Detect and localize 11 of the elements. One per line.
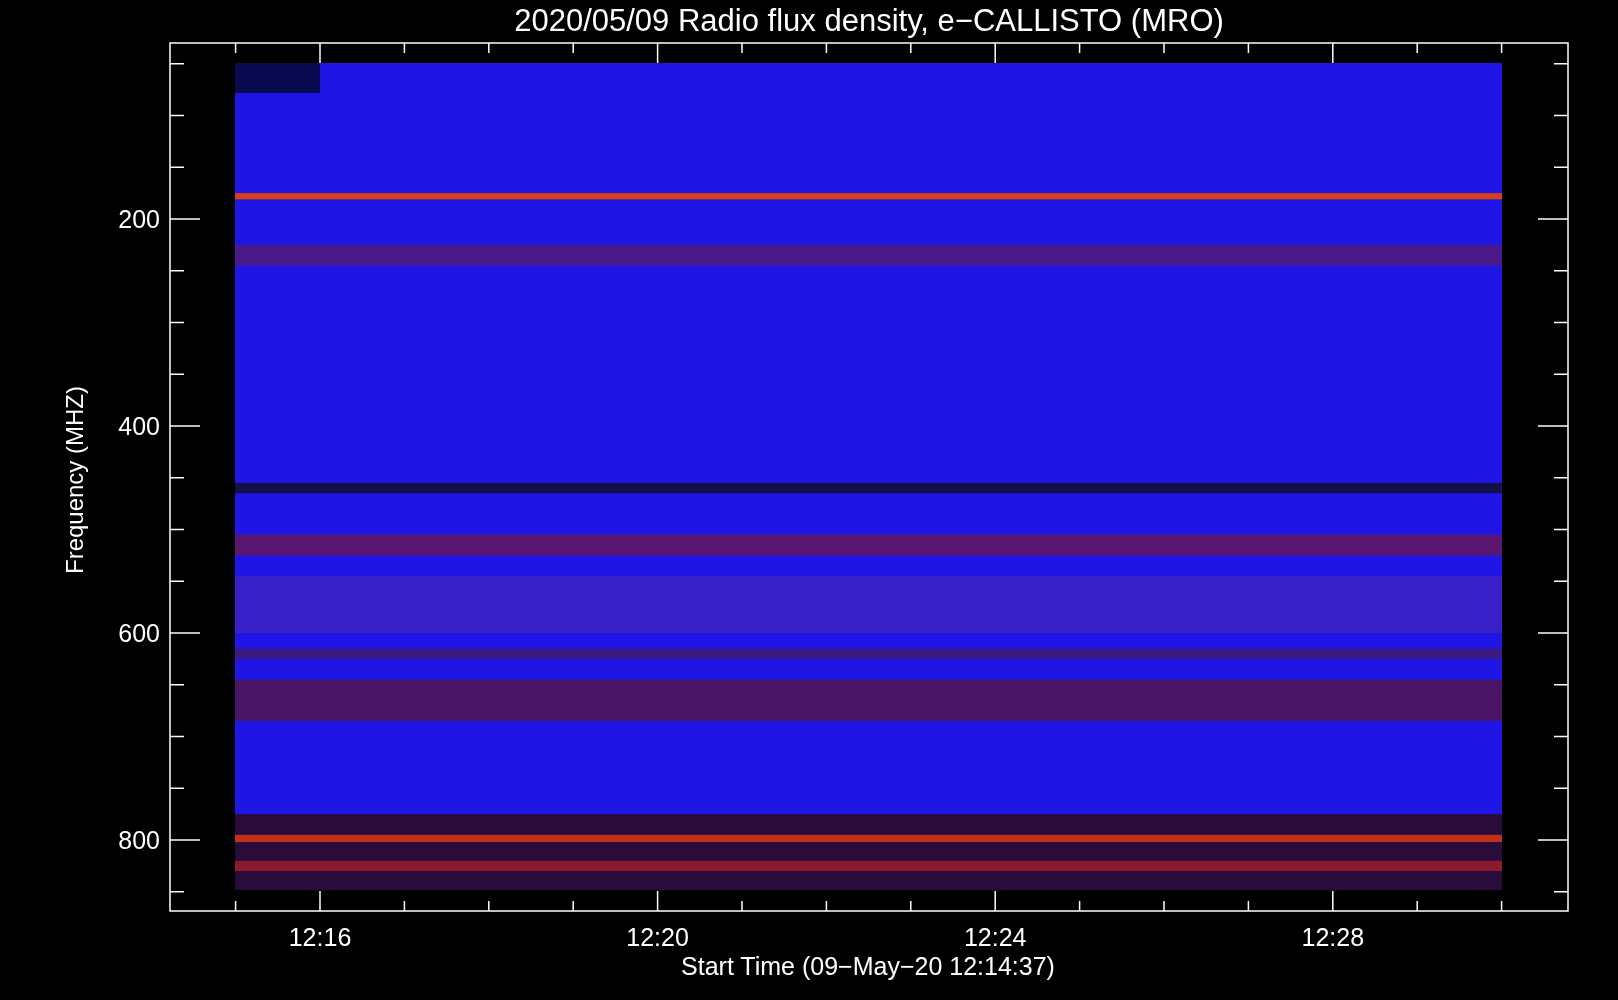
x-tick-label: 12:24 <box>963 923 1027 951</box>
chart-title: 2020/05/09 Radio flux density, e−CALLISTO (MRO) <box>514 3 1224 38</box>
x-tick-label: 12:20 <box>626 923 689 951</box>
y-axis-label: Frequency (MHZ) <box>61 386 88 574</box>
y-tick-label: 600 <box>118 619 160 647</box>
x-tick-label: 12:16 <box>288 923 352 951</box>
y-tick-label: 400 <box>118 412 160 440</box>
y-tick-label: 200 <box>118 205 160 233</box>
y-tick-label: 800 <box>118 826 160 854</box>
x-axis-label: Start Time (09−May−20 12:14:37) <box>681 952 1055 980</box>
x-tick-label: 12:28 <box>1301 923 1365 951</box>
